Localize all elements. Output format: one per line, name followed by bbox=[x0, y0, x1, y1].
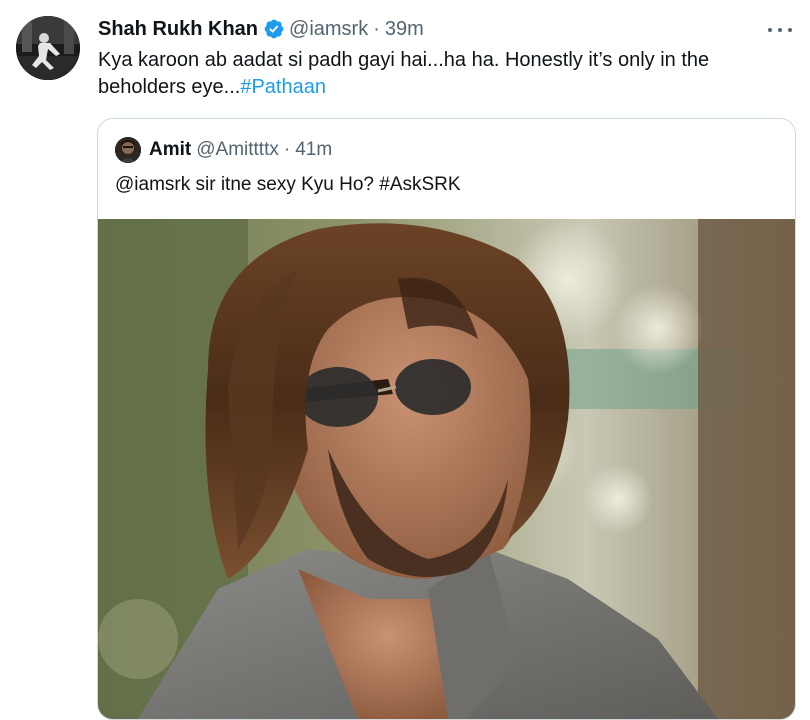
avatar-photo bbox=[16, 16, 80, 80]
more-dot bbox=[778, 28, 782, 32]
quoted-tweet-timestamp: 41m bbox=[295, 139, 333, 160]
verified-badge-icon bbox=[264, 19, 284, 39]
quoted-avatar-photo bbox=[115, 137, 141, 163]
more-horizontal-icon[interactable] bbox=[768, 20, 792, 40]
quoted-tweet-photo[interactable] bbox=[98, 219, 795, 719]
quoted-tweet[interactable]: Amit @Amittttx · 41m @iamsrk sir itne se… bbox=[97, 118, 796, 720]
tweet-timestamp[interactable]: 39m bbox=[385, 15, 424, 43]
hashtag-link[interactable]: #Pathaan bbox=[240, 76, 326, 98]
tweet[interactable]: Shah Rukh Khan @iamsrk · 39m Kya karoon … bbox=[0, 0, 810, 720]
more-dot bbox=[768, 28, 772, 32]
separator-dot: · bbox=[283, 139, 291, 160]
portrait-image bbox=[98, 219, 795, 719]
quoted-tweet-text: @iamsrk sir itne sexy Kyu Ho? #AskSRK bbox=[115, 174, 461, 195]
quoted-tweet-header: Amit @Amittttx · 41m bbox=[115, 137, 332, 163]
author-avatar[interactable] bbox=[16, 16, 80, 80]
quoted-author-handle: @Amittttx bbox=[196, 139, 279, 160]
author-handle[interactable]: @iamsrk bbox=[289, 15, 368, 43]
tweet-text: Kya karoon ab aadat si padh gayi hai...h… bbox=[98, 47, 788, 101]
separator-dot: · bbox=[373, 18, 380, 40]
author-name[interactable]: Shah Rukh Khan bbox=[98, 15, 258, 43]
quoted-author-avatar bbox=[115, 137, 141, 163]
more-dot bbox=[788, 28, 792, 32]
tweet-header: Shah Rukh Khan @iamsrk · 39m bbox=[98, 15, 750, 43]
quoted-author-name: Amit bbox=[149, 139, 192, 160]
tweet-body: Kya karoon ab aadat si padh gayi hai...h… bbox=[98, 49, 710, 98]
